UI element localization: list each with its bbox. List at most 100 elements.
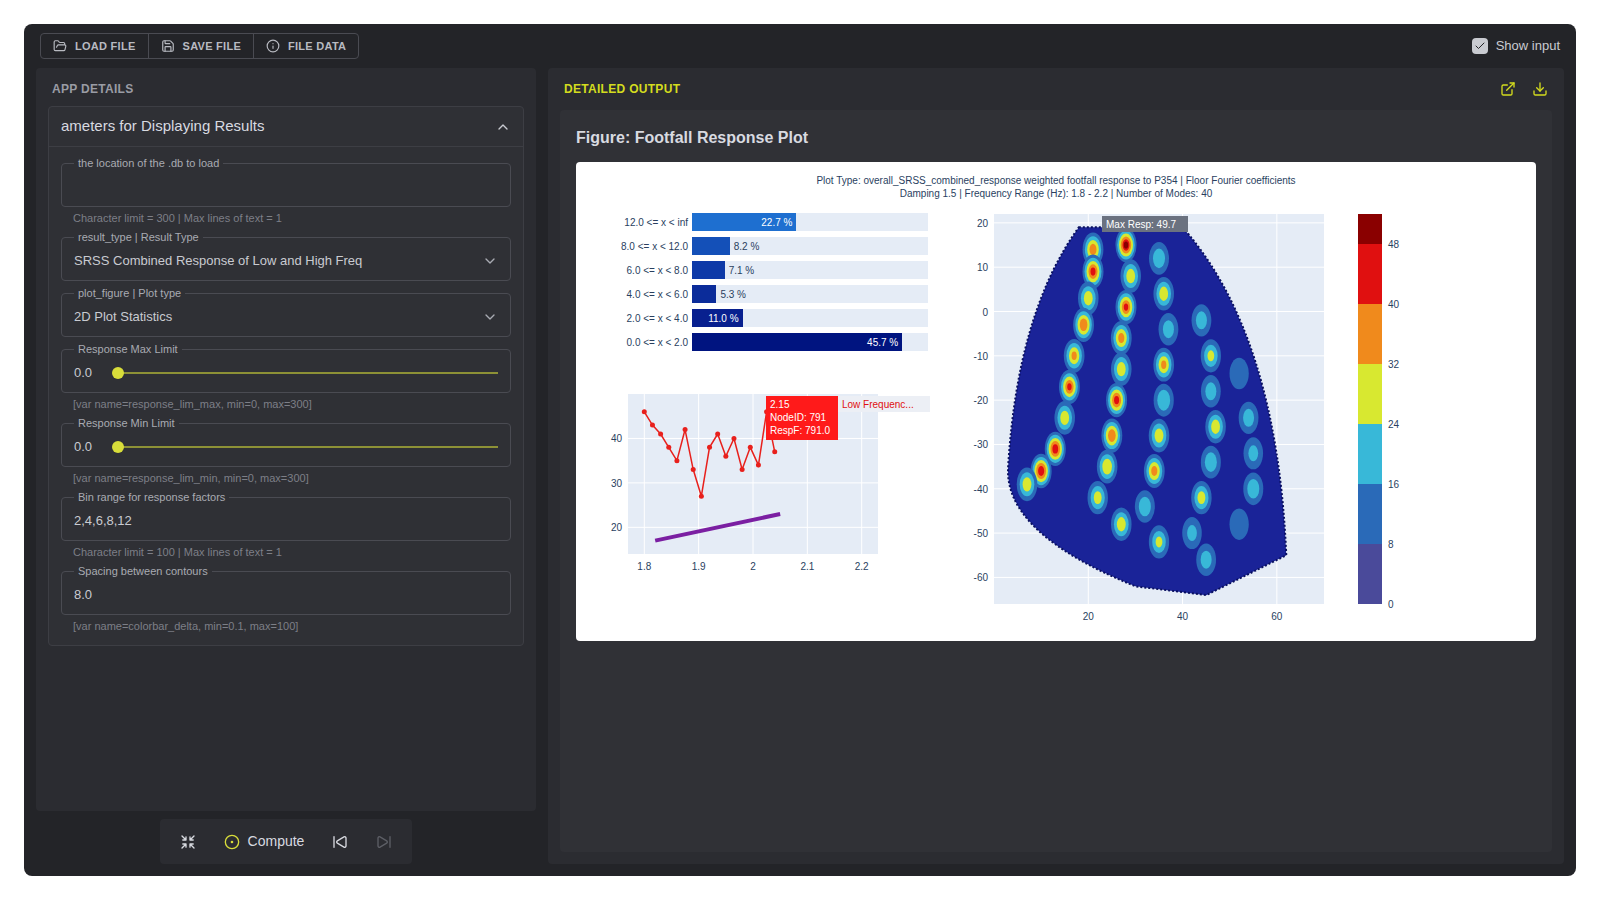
response-hotspot[interactable] bbox=[1153, 277, 1174, 311]
compute-button[interactable]: Compute bbox=[212, 823, 317, 860]
section-header[interactable]: ameters for Displaying Results bbox=[49, 107, 523, 147]
response-hotspot[interactable] bbox=[1097, 450, 1118, 484]
data-point[interactable] bbox=[642, 409, 647, 414]
bar-track: 8.2 % bbox=[692, 237, 928, 255]
response-hotspot[interactable] bbox=[1239, 402, 1259, 434]
histogram-bar[interactable]: 22.7 % bbox=[692, 213, 796, 231]
histogram-bar[interactable]: 11.0 % bbox=[692, 309, 743, 327]
figure-card: Figure: Footfall Response PlotPlot Type:… bbox=[560, 110, 1552, 852]
first-button[interactable] bbox=[320, 826, 360, 858]
response-hotspot[interactable] bbox=[1135, 490, 1155, 523]
slider-track[interactable] bbox=[118, 372, 498, 374]
response-hotspot[interactable] bbox=[1106, 383, 1127, 417]
response-hotspot[interactable] bbox=[1101, 418, 1122, 452]
app-details-panel: APP DETAILSameters for Displaying Result… bbox=[36, 68, 536, 811]
response-hotspot[interactable] bbox=[1120, 259, 1141, 293]
response-hotspot[interactable] bbox=[1153, 348, 1174, 382]
response-hotspot[interactable] bbox=[1111, 352, 1132, 386]
response-hotspot[interactable] bbox=[1144, 454, 1165, 488]
response-hotspot[interactable] bbox=[1230, 358, 1249, 390]
data-point[interactable] bbox=[699, 494, 704, 499]
data-point[interactable] bbox=[715, 432, 720, 437]
data-point[interactable] bbox=[772, 449, 777, 454]
checkbox[interactable] bbox=[1472, 38, 1488, 54]
response-hotspot[interactable] bbox=[1182, 517, 1202, 549]
response-hotspot[interactable] bbox=[1230, 508, 1249, 540]
data-point[interactable] bbox=[666, 445, 671, 450]
data-point[interactable] bbox=[674, 458, 679, 463]
data-point[interactable] bbox=[748, 445, 753, 450]
last-button[interactable] bbox=[364, 826, 404, 858]
slider-thumb[interactable] bbox=[112, 441, 124, 453]
histogram-bar[interactable] bbox=[692, 261, 725, 279]
response-hotspot[interactable] bbox=[1201, 446, 1221, 479]
x-tick: 1.8 bbox=[637, 561, 651, 572]
response-hotspot[interactable] bbox=[1116, 290, 1137, 324]
select-field[interactable]: plot_figure | Plot type2D Plot Statistic… bbox=[61, 293, 511, 337]
response-hotspot[interactable] bbox=[1159, 313, 1179, 345]
response-hotspot[interactable] bbox=[1196, 543, 1216, 575]
data-point[interactable] bbox=[723, 454, 728, 459]
slider-field[interactable]: Response Max Limit0.0 bbox=[61, 349, 511, 393]
slider-thumb[interactable] bbox=[112, 367, 124, 379]
response-hotspot[interactable] bbox=[1149, 242, 1169, 275]
response-hotspot[interactable] bbox=[1149, 525, 1169, 558]
reset-button[interactable] bbox=[168, 826, 208, 858]
histogram-bar[interactable] bbox=[692, 285, 716, 303]
response-hotspot[interactable] bbox=[1115, 228, 1136, 263]
data-point[interactable] bbox=[658, 432, 663, 437]
data-point[interactable] bbox=[691, 467, 696, 472]
histogram-bar[interactable]: 45.7 % bbox=[692, 333, 902, 351]
slider-field[interactable]: Response Min Limit0.0 bbox=[61, 423, 511, 467]
bin-label: 2.0 <= x < 4.0 bbox=[592, 311, 688, 326]
response-hotspot[interactable] bbox=[1111, 507, 1132, 541]
select-field[interactable]: result_type | Result TypeSRSS Combined R… bbox=[61, 237, 511, 281]
show-input-toggle[interactable]: Show input bbox=[1472, 36, 1560, 56]
response-hotspot[interactable] bbox=[1059, 370, 1080, 404]
y-tick: -20 bbox=[974, 395, 989, 406]
data-point[interactable] bbox=[707, 445, 712, 450]
collapse-icon[interactable] bbox=[495, 119, 511, 135]
response-hotspot[interactable] bbox=[1192, 304, 1212, 336]
response-hotspot[interactable] bbox=[1111, 321, 1132, 355]
response-hotspot[interactable] bbox=[1017, 468, 1038, 502]
open-external-icon[interactable] bbox=[1500, 81, 1516, 97]
text-field[interactable]: Spacing between contours8.0 bbox=[61, 571, 511, 615]
data-point[interactable] bbox=[740, 467, 745, 472]
bar-value: 45.7 % bbox=[867, 335, 898, 350]
text-field[interactable]: Bin range for response factors2,4,6,8,12 bbox=[61, 497, 511, 541]
response-hotspot[interactable] bbox=[1243, 472, 1263, 505]
field-label: plot_figure | Plot type bbox=[74, 286, 185, 300]
response-hotspot[interactable] bbox=[1088, 481, 1108, 514]
check-icon bbox=[1474, 40, 1486, 52]
text-field[interactable]: the location of the .db to load bbox=[61, 163, 511, 207]
response-hotspot[interactable] bbox=[1244, 437, 1264, 469]
data-point[interactable] bbox=[650, 423, 655, 428]
data-point[interactable] bbox=[731, 436, 736, 441]
histogram-bar[interactable] bbox=[692, 237, 730, 255]
response-hotspot[interactable] bbox=[1054, 401, 1075, 435]
response-hotspot[interactable] bbox=[1149, 419, 1170, 453]
plot-title: Plot Type: overall_SRSS_combined_respons… bbox=[588, 174, 1524, 200]
histogram-row: 0.0 <= x < 2.045.7 % bbox=[592, 332, 938, 352]
response-hotspot[interactable] bbox=[1201, 339, 1221, 372]
bin-label: 8.0 <= x < 12.0 bbox=[592, 239, 688, 254]
response-hotspot[interactable] bbox=[1191, 481, 1211, 514]
response-hotspot[interactable] bbox=[1201, 375, 1221, 407]
toolbar-button[interactable]: SAVE FILE bbox=[149, 34, 255, 59]
field-value: 2D Plot Statistics bbox=[74, 307, 470, 327]
response-hotspot[interactable] bbox=[1073, 308, 1094, 342]
response-hotspot[interactable] bbox=[1064, 339, 1085, 373]
bar-track: 22.7 % bbox=[692, 213, 928, 231]
toolbar-button[interactable]: LOAD FILE bbox=[41, 34, 149, 59]
field-label: Response Max Limit bbox=[74, 342, 182, 356]
slider-track[interactable] bbox=[118, 446, 498, 448]
data-point[interactable] bbox=[683, 427, 688, 432]
chart-tooltip: 2.15NodeID: 791RespF: 791.0Low Frequenc.… bbox=[766, 396, 930, 440]
response-hotspot[interactable] bbox=[1154, 384, 1174, 417]
toolbar-button[interactable]: FILE DATA bbox=[254, 34, 358, 59]
data-point[interactable] bbox=[756, 463, 761, 468]
download-icon[interactable] bbox=[1532, 81, 1548, 97]
field-label: Bin range for response factors bbox=[74, 490, 229, 504]
response-hotspot[interactable] bbox=[1205, 410, 1226, 444]
